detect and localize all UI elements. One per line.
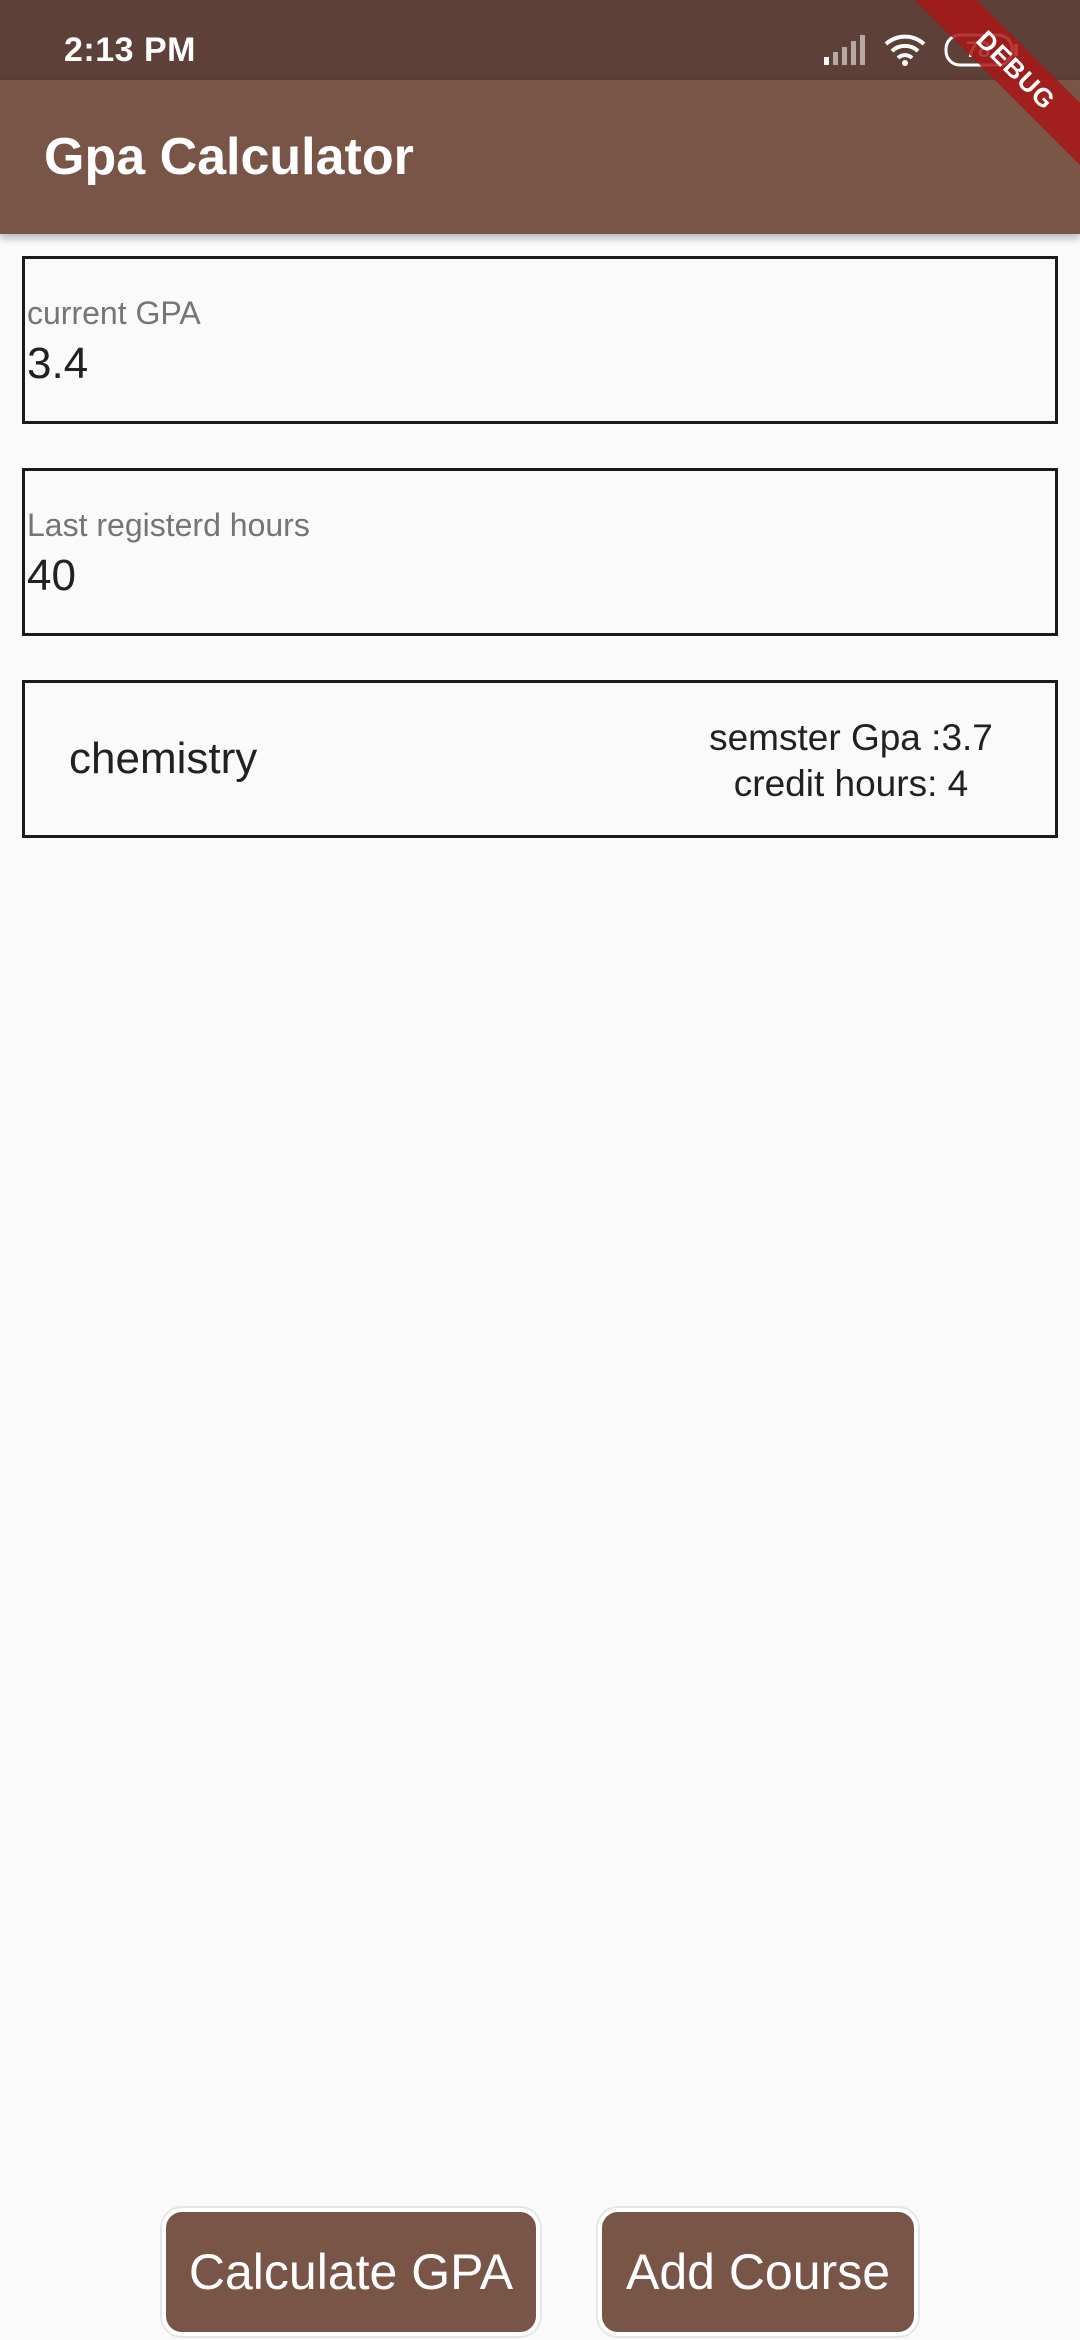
course-details: semster Gpa :3.7 credit hours: 4 [691, 715, 1011, 807]
status-bar: 2:13 PM 78 [0, 0, 1080, 80]
add-course-button[interactable]: Add Course [598, 2208, 918, 2336]
app-title: Gpa Calculator [44, 128, 414, 186]
battery-level: 78 [965, 37, 991, 62]
last-registered-hours-label: Last registerd hours [27, 507, 310, 543]
current-gpa-label: current GPA [27, 295, 201, 331]
course-card[interactable]: chemistry semster Gpa :3.7 credit hours:… [22, 680, 1058, 838]
course-semester-gpa: semster Gpa :3.7 [709, 717, 993, 758]
battery-icon: 78 [944, 33, 1020, 67]
last-registered-hours-field[interactable]: Last registerd hours 40 [22, 468, 1058, 636]
last-registered-hours-value[interactable]: 40 [27, 551, 76, 601]
status-icons: 78 [824, 28, 1020, 72]
current-gpa-value[interactable]: 3.4 [27, 339, 88, 389]
screen: 2:13 PM 78 Gpa Calculator DEBUG current … [0, 0, 1080, 2340]
course-name: chemistry [69, 734, 258, 783]
app-bar: Gpa Calculator [0, 80, 1080, 234]
course-credit-hours: credit hours: 4 [733, 763, 969, 804]
signal-icon [824, 35, 866, 65]
current-gpa-field[interactable]: current GPA 3.4 [22, 256, 1058, 424]
calculate-gpa-button[interactable]: Calculate GPA [162, 2208, 540, 2336]
wifi-icon [884, 34, 926, 66]
